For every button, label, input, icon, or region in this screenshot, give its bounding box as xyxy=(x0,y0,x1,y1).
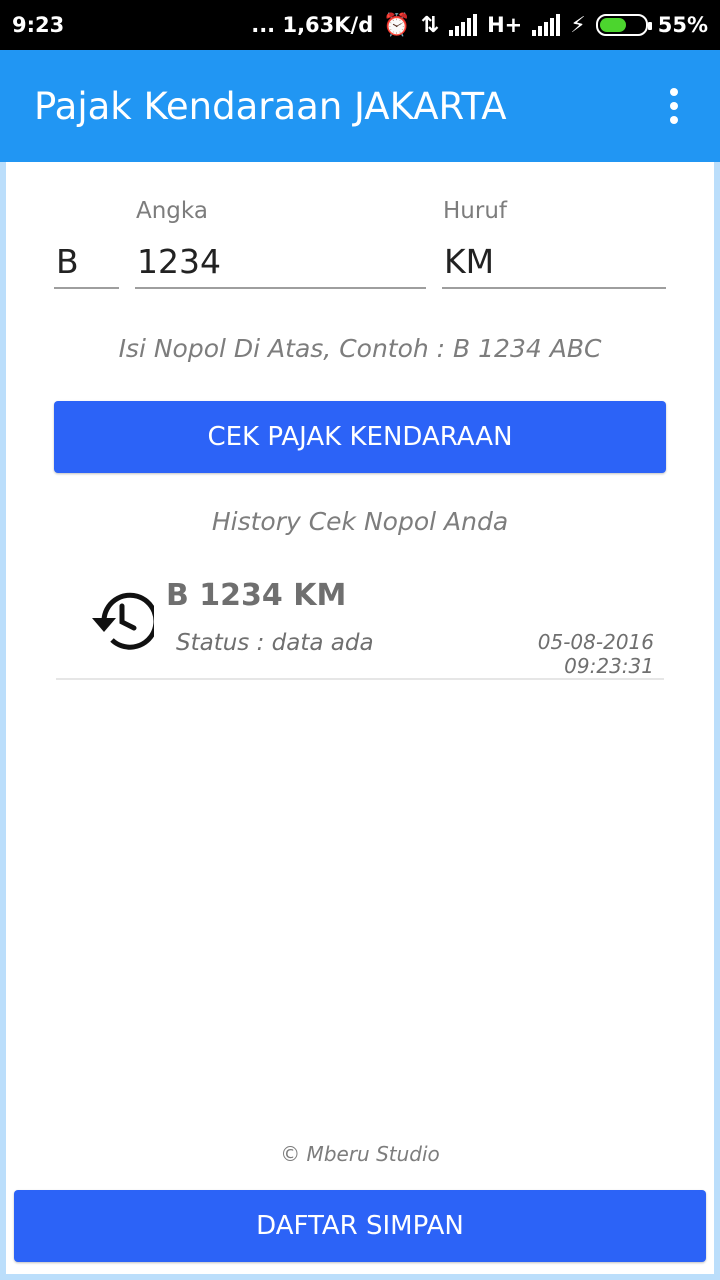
signal-strength-icon-2 xyxy=(532,14,561,36)
charging-icon: ⚡ xyxy=(570,12,586,38)
network-type: H+ xyxy=(487,13,523,37)
history-time: 09:23:31 xyxy=(564,654,654,678)
status-bar: 9:23 ... 1,63K/d ⏰ ⇅ H+ ⚡ 55% xyxy=(0,0,720,50)
battery-icon xyxy=(595,14,652,36)
plate-hint: Isi Nopol Di Atas, Contoh : B 1234 ABC xyxy=(118,334,602,363)
angka-label: Angka xyxy=(136,198,208,224)
main-content: Angka Huruf Isi Nopol Di Atas, Contoh : … xyxy=(0,162,720,1280)
angka-input[interactable] xyxy=(135,242,426,289)
history-plate: B 1234 KM xyxy=(166,578,347,613)
network-speed: ... 1,63K/d xyxy=(251,13,374,37)
status-icons: ... 1,63K/d ⏰ ⇅ H+ ⚡ 55% xyxy=(251,13,708,38)
check-tax-button[interactable]: CEK PAJAK KENDARAAN xyxy=(54,401,666,473)
history-title: History Cek Nopol Anda xyxy=(211,507,509,536)
app-title: Pajak Kendaraan JAKARTA xyxy=(34,84,507,128)
history-icon xyxy=(92,592,154,650)
prefix-input[interactable] xyxy=(54,242,119,289)
history-date: 05-08-2016 xyxy=(537,630,654,654)
overflow-menu-icon[interactable] xyxy=(662,82,686,130)
signal-strength-icon xyxy=(449,14,478,36)
copyright-text: © Mberu Studio xyxy=(280,1142,440,1166)
history-status: Status : data ada xyxy=(176,630,374,656)
saved-list-button[interactable]: DAFTAR SIMPAN xyxy=(14,1190,706,1262)
alarm-clock-icon: ⏰ xyxy=(383,12,411,38)
status-time: 9:23 xyxy=(12,13,65,37)
app-bar: Pajak Kendaraan JAKARTA xyxy=(0,50,720,162)
battery-percent: 55% xyxy=(657,13,708,37)
history-list-item[interactable]: B 1234 KM Status : data ada 05-08-2016 0… xyxy=(56,562,664,680)
data-transfer-icon: ⇅ xyxy=(420,12,440,38)
huruf-label: Huruf xyxy=(443,198,508,224)
huruf-input[interactable] xyxy=(442,242,666,289)
